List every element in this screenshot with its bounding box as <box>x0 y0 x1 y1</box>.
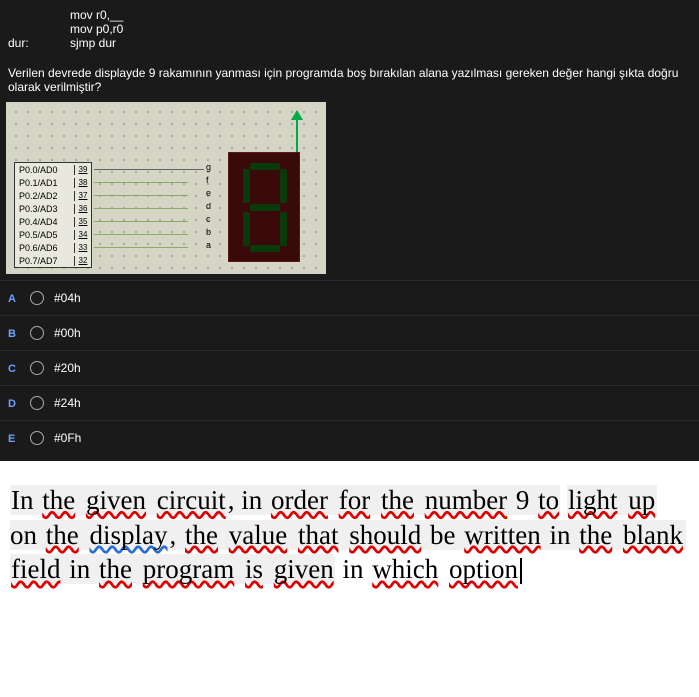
seg-label-g: g <box>206 162 211 172</box>
seg-label-e: e <box>206 188 211 198</box>
mcu-pin-block: P0.0/AD039 P0.1/AD138 P0.2/AD237 P0.3/AD… <box>14 162 92 268</box>
option-letter: A <box>8 291 30 305</box>
wire <box>94 247 188 248</box>
wire <box>94 234 188 235</box>
pin-row: P0.0/AD039 <box>15 163 91 176</box>
code-text-3: sjmp dur <box>70 36 116 50</box>
option-letter: B <box>8 326 30 340</box>
question-text: Verilen devrede displayde 9 rakamının ya… <box>0 50 699 102</box>
segment-c <box>280 212 287 246</box>
pin-row: P0.4/AD435 <box>15 215 91 228</box>
code-label-1 <box>0 8 70 22</box>
segment-d <box>250 245 280 252</box>
code-text-1: mov r0,__ <box>70 8 123 22</box>
wire <box>94 169 204 170</box>
pin-row: P0.2/AD237 <box>15 189 91 202</box>
option-c[interactable]: C #20h <box>0 350 699 385</box>
pin-row: P0.5/AD534 <box>15 228 91 241</box>
option-text: #20h <box>54 361 81 375</box>
seg-label-a: a <box>206 240 211 250</box>
radio-icon[interactable] <box>30 396 44 410</box>
pin-row: P0.3/AD336 <box>15 202 91 215</box>
arrow-up-icon <box>291 110 303 120</box>
radio-icon[interactable] <box>30 431 44 445</box>
seg-label-b: b <box>206 227 211 237</box>
code-label-3: dur: <box>0 36 70 50</box>
segment-a <box>250 163 280 170</box>
wire <box>94 195 188 196</box>
segment-g <box>250 204 280 211</box>
assembly-code: mov r0,__ mov p0,r0 dur: sjmp dur <box>0 8 699 50</box>
pin-row: P0.7/AD732 <box>15 254 91 267</box>
vcc-line <box>296 118 298 152</box>
option-letter: C <box>8 361 30 375</box>
option-text: #24h <box>54 396 81 410</box>
radio-icon[interactable] <box>30 326 44 340</box>
code-text-2: mov p0,r0 <box>70 22 123 36</box>
pin-row: P0.1/AD138 <box>15 176 91 189</box>
circuit-diagram: P0.0/AD039 P0.1/AD138 P0.2/AD237 P0.3/AD… <box>6 102 326 274</box>
option-e[interactable]: E #0Fh <box>0 420 699 455</box>
wire <box>94 182 188 183</box>
option-letter: E <box>8 431 30 445</box>
code-label-2 <box>0 22 70 36</box>
segment-b <box>280 169 287 203</box>
radio-icon[interactable] <box>30 291 44 305</box>
wire <box>94 221 188 222</box>
text-cursor <box>520 558 522 584</box>
seg-label-c: c <box>206 214 211 224</box>
pin-row: P0.6/AD633 <box>15 241 91 254</box>
quiz-panel: mov r0,__ mov p0,r0 dur: sjmp dur Verile… <box>0 0 699 461</box>
seg-label-f: f <box>206 175 209 185</box>
radio-icon[interactable] <box>30 361 44 375</box>
option-d[interactable]: D #24h <box>0 385 699 420</box>
wire <box>94 208 188 209</box>
option-text: #0Fh <box>54 431 81 445</box>
seven-segment-display <box>228 152 300 262</box>
option-text: #04h <box>54 291 81 305</box>
segment-e <box>243 212 250 246</box>
seg-label-d: d <box>206 201 211 211</box>
option-letter: D <box>8 396 30 410</box>
option-text: #00h <box>54 326 81 340</box>
translation-text[interactable]: In the given circuit, in order for the n… <box>0 461 699 597</box>
option-b[interactable]: B #00h <box>0 315 699 350</box>
option-a[interactable]: A #04h <box>0 280 699 315</box>
segment-f <box>243 169 250 203</box>
